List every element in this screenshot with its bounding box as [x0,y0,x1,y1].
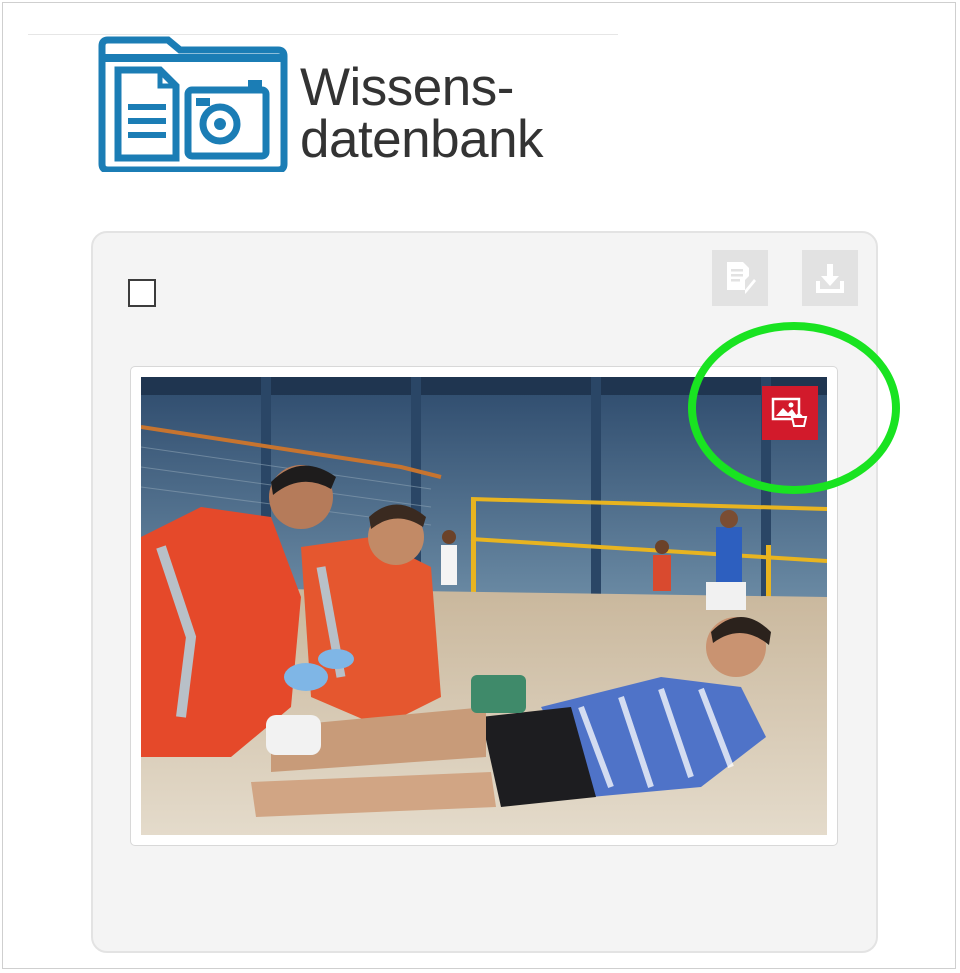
download-icon [816,264,844,293]
beach-volleyball-first-aid-photo [141,377,827,835]
edit-button[interactable] [712,250,768,306]
logo-title-line1: Wissens- [300,58,514,117]
select-checkbox[interactable] [128,279,156,307]
download-button[interactable] [802,250,858,306]
image-cart-icon [771,397,808,427]
thumbnail-photo[interactable] [141,377,827,835]
logo-title-line2: datenbank [300,110,544,169]
edit-document-icon [727,262,756,294]
add-to-cart-badge[interactable] [762,386,818,440]
folder-document-camera-icon [98,36,288,172]
header-divider [28,34,618,35]
logo-title: Wissens- datenbank [300,58,544,169]
